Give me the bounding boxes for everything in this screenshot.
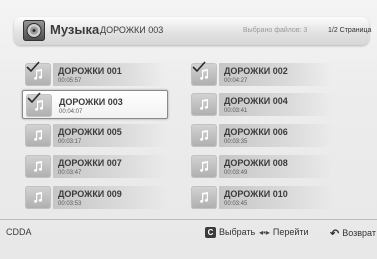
track-duration: 00:04:07 [59,109,83,115]
track-item[interactable]: ДОРОЖКИ 004 00:03:41 [188,90,334,119]
track-name: ДОРОЖКИ 003 [59,97,123,107]
music-note-icon [25,186,51,209]
track-duration: 00:04:27 [224,78,248,84]
music-note-icon [191,124,217,147]
move-hint-label: Перейти [272,227,309,237]
track-item[interactable]: ДОРОЖКИ 008 00:03:49 [188,152,334,181]
track-duration: 00:03:53 [58,201,82,207]
checkmark-icon [26,61,40,73]
selected-files-count: Выбрано файлов: 3 [243,27,308,34]
track-name: ДОРОЖКИ 004 [224,96,288,106]
track-name: ДОРОЖКИ 005 [58,127,122,137]
music-note-icon [25,155,51,178]
c-key-icon: C [205,227,216,239]
track-item[interactable]: ДОРОЖКИ 002 00:04:27 [188,60,334,89]
page-title: Музыка [50,22,100,37]
move-hint[interactable]: ◂▪▸ Перейти [259,227,309,237]
page-indicator: 1/2 Страница [328,27,372,34]
track-item[interactable]: ДОРОЖКИ 006 00:03:35 [188,121,334,150]
track-item[interactable]: ДОРОЖКИ 005 00:03:17 [22,121,168,150]
music-disc-icon [23,20,45,41]
music-note-icon [191,186,217,209]
track-name: ДОРОЖКИ 001 [58,66,122,76]
source-label: CDDA [6,227,32,237]
track-item[interactable]: ДОРОЖКИ 007 00:03:47 [22,152,168,181]
music-note-icon [191,155,217,178]
track-duration: 00:03:35 [224,139,248,145]
track-item[interactable]: ДОРОЖКИ 003 00:04:07 [22,90,168,119]
track-item[interactable]: ДОРОЖКИ 010 00:03:45 [188,183,334,212]
track-duration: 00:03:41 [224,108,248,114]
checkmark-icon [192,61,206,73]
back-hint[interactable]: ↶ Возврат [330,227,376,240]
current-track-title: ДОРОЖКИ 003 [100,25,164,35]
music-note-icon [25,124,51,147]
track-name: ДОРОЖКИ 002 [224,66,288,76]
track-duration: 00:03:17 [58,139,82,145]
checkmark-icon [27,92,41,104]
track-item[interactable]: ДОРОЖКИ 009 00:03:53 [22,183,168,212]
track-name: ДОРОЖКИ 006 [224,127,288,137]
select-hint-label: Выбрать [219,227,256,237]
track-name: ДОРОЖКИ 009 [58,189,122,199]
music-note-icon [191,61,217,86]
track-name: ДОРОЖКИ 008 [224,158,288,168]
header-bar: Музыка ДОРОЖКИ 003 Выбрано файлов: 3 1/2… [14,17,372,45]
back-hint-label: Возврат [342,227,376,238]
music-screen: Музыка ДОРОЖКИ 003 Выбрано файлов: 3 1/2… [0,0,377,259]
music-note-icon [26,92,52,117]
track-duration: 00:03:45 [224,201,248,207]
track-duration: 00:03:47 [58,170,82,176]
music-note-icon [191,93,217,116]
move-arrows-icon: ◂▪▸ [259,228,270,238]
track-duration: 00:03:49 [224,170,248,176]
footer-divider [0,219,377,220]
track-item[interactable]: ДОРОЖКИ 001 00:05:57 [22,60,168,89]
return-icon: ↶ [330,228,340,240]
music-note-icon [25,61,51,86]
track-name: ДОРОЖКИ 007 [58,158,122,168]
select-hint[interactable]: C Выбрать [205,227,256,239]
track-name: ДОРОЖКИ 010 [224,189,288,199]
track-duration: 00:05:57 [58,78,82,84]
